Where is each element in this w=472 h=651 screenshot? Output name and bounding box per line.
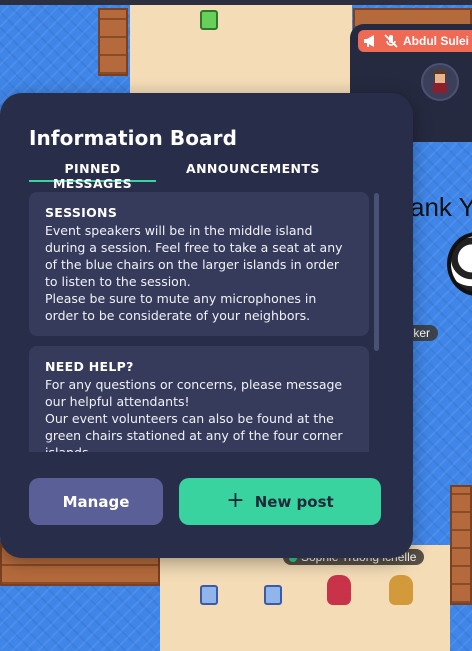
green-chair[interactable] [200,10,218,30]
participant-name: Abdul Sulei [403,34,469,48]
sand-island-top [130,5,352,95]
avatar-sprite [389,575,413,605]
message-title: NEED HELP? [45,359,134,374]
message-body: Event speakers will be in the middle isl… [45,223,343,323]
dock-top [98,8,128,76]
message-card[interactable]: NEED HELP? For any questions or concerns… [29,346,369,452]
blue-chair[interactable] [200,585,218,605]
manage-button[interactable]: Manage [29,478,163,525]
message-title: SESSIONS [45,205,118,220]
new-post-button-label: New post [254,492,334,511]
participant-name-badge[interactable]: Abdul Sulei [358,30,472,52]
avatar-sprite-icon [433,70,447,93]
pinned-messages-list[interactable]: SESSIONS Event speakers will be in the m… [29,192,369,452]
panel-title: Information Board [29,126,238,150]
mic-muted-icon [383,34,399,48]
dock-right-bottom [450,485,472,605]
message-card[interactable]: SESSIONS Event speakers will be in the m… [29,192,369,336]
avatar[interactable] [421,63,459,101]
new-post-button[interactable]: + New post [179,478,381,525]
tab-pinned-messages[interactable]: PINNED MESSAGES [29,160,156,191]
scrollbar[interactable] [374,193,379,351]
tab-announcements[interactable]: ANNOUNCEMENTS [186,160,320,182]
manage-button-label: Manage [62,492,130,511]
globe-icon [447,232,472,296]
message-body: For any questions or concerns, please me… [45,377,343,452]
megaphone-icon [363,34,379,48]
sign-text: ank Y [410,192,472,222]
blue-chair[interactable] [264,585,282,605]
avatar-sprite [327,575,351,605]
plus-icon: + [226,487,245,513]
